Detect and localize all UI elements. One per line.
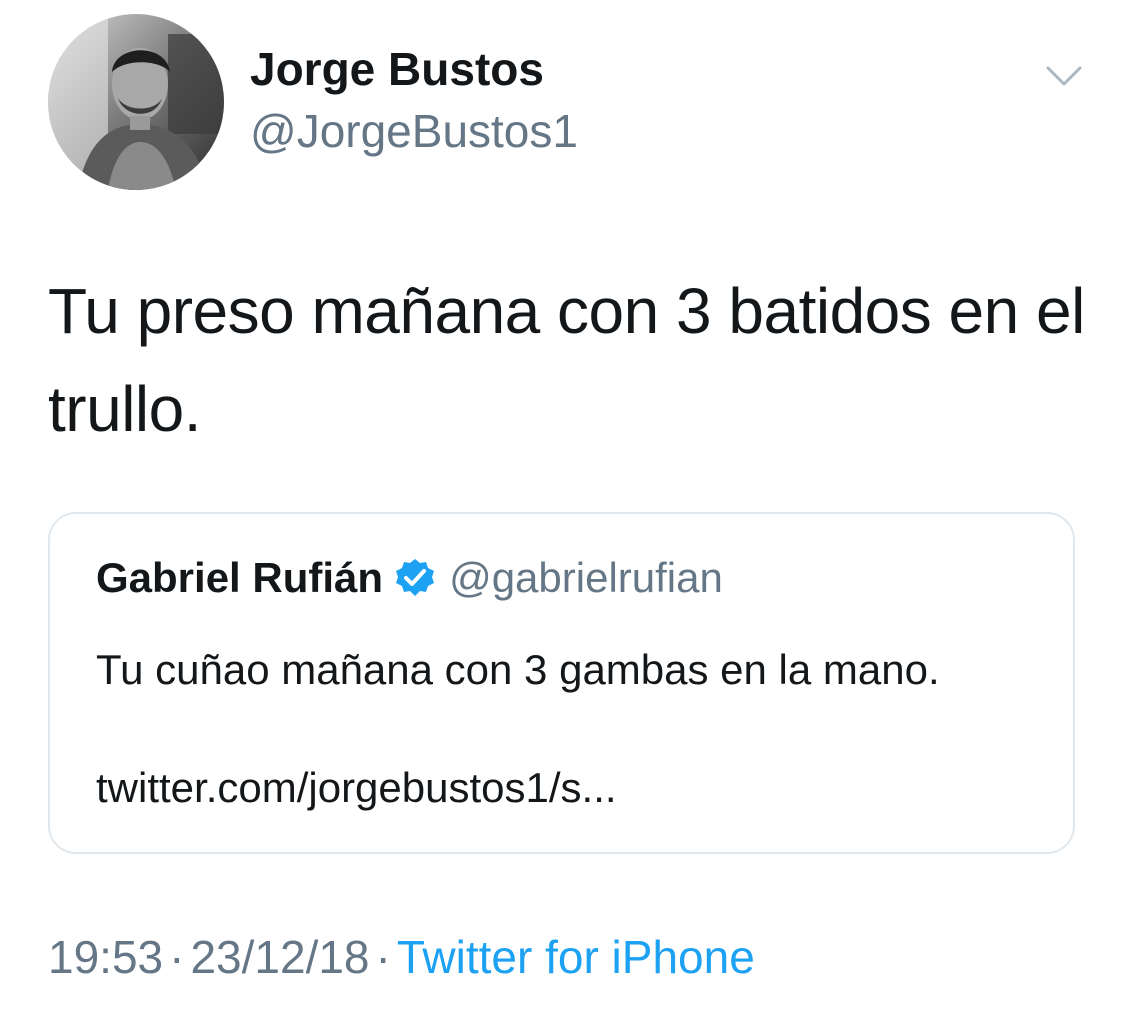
tweet-text: Tu preso mañana con 3 batidos en el trul… (48, 275, 1085, 445)
author-name[interactable]: Jorge Bustos (250, 42, 544, 96)
avatar[interactable] (48, 14, 224, 190)
author-handle[interactable]: @JorgeBustos1 (250, 104, 578, 158)
quoted-author-handle: @gabrielrufian (449, 554, 723, 601)
meta-separator: · (375, 931, 391, 983)
chevron-down-icon[interactable] (1040, 58, 1088, 94)
quoted-tweet-text: Tu cuñao mañana con 3 gambas en la mano. (96, 646, 940, 693)
profile-photo (48, 14, 224, 190)
tweet-source-link[interactable]: Twitter for iPhone (397, 931, 755, 983)
tweet-meta: 19:53 · 23/12/18 · Twitter for iPhone (48, 930, 755, 984)
tweet-time: 19:53 (48, 931, 164, 983)
quoted-author-name: Gabriel Rufián (96, 554, 384, 601)
quoted-tweet-link[interactable]: twitter.com/jorgebustos1/s... (96, 764, 617, 812)
quoted-tweet-header: Gabriel Rufián @gabrielrufian (96, 554, 723, 602)
meta-separator: · (169, 931, 185, 983)
quoted-tweet-card[interactable]: Gabriel Rufián @gabrielrufian Tu cuñao m… (48, 512, 1075, 854)
verified-badge-icon (396, 559, 435, 596)
tweet-date: 23/12/18 (190, 931, 370, 983)
